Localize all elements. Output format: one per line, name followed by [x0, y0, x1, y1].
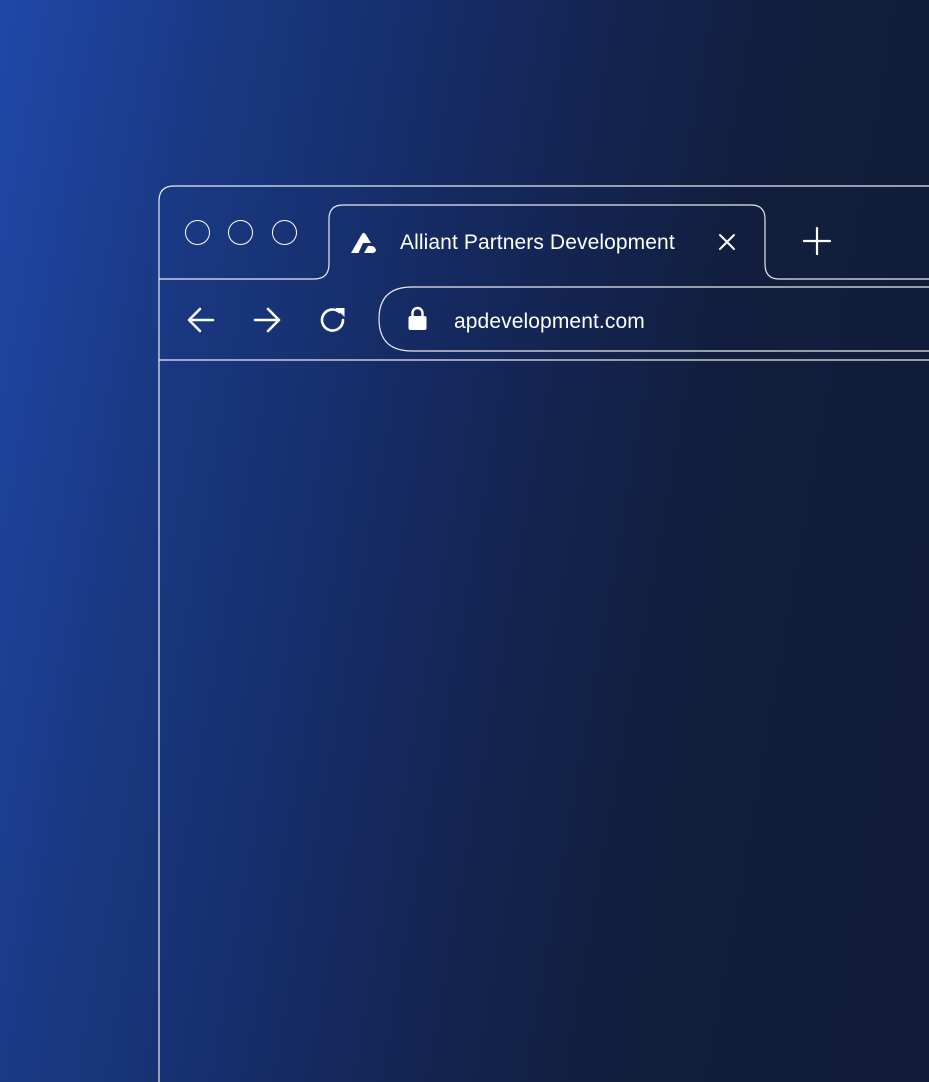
arrow-left-icon[interactable] [186, 305, 216, 335]
alliant-partners-logo-icon [351, 232, 376, 253]
reload-icon[interactable] [318, 305, 348, 335]
tab-title: Alliant Partners Development [400, 231, 675, 254]
close-window-control[interactable] [185, 220, 210, 245]
minimize-window-control[interactable] [228, 220, 253, 245]
page-viewport [159, 361, 929, 1082]
lock-icon [408, 306, 427, 330]
browser-window: Alliant Partners Development apdevelopme… [0, 0, 929, 1082]
maximize-window-control[interactable] [272, 220, 297, 245]
close-icon[interactable] [716, 231, 738, 253]
arrow-right-icon[interactable] [252, 305, 282, 335]
url-text[interactable]: apdevelopment.com [454, 308, 645, 336]
plus-icon[interactable] [802, 226, 832, 256]
